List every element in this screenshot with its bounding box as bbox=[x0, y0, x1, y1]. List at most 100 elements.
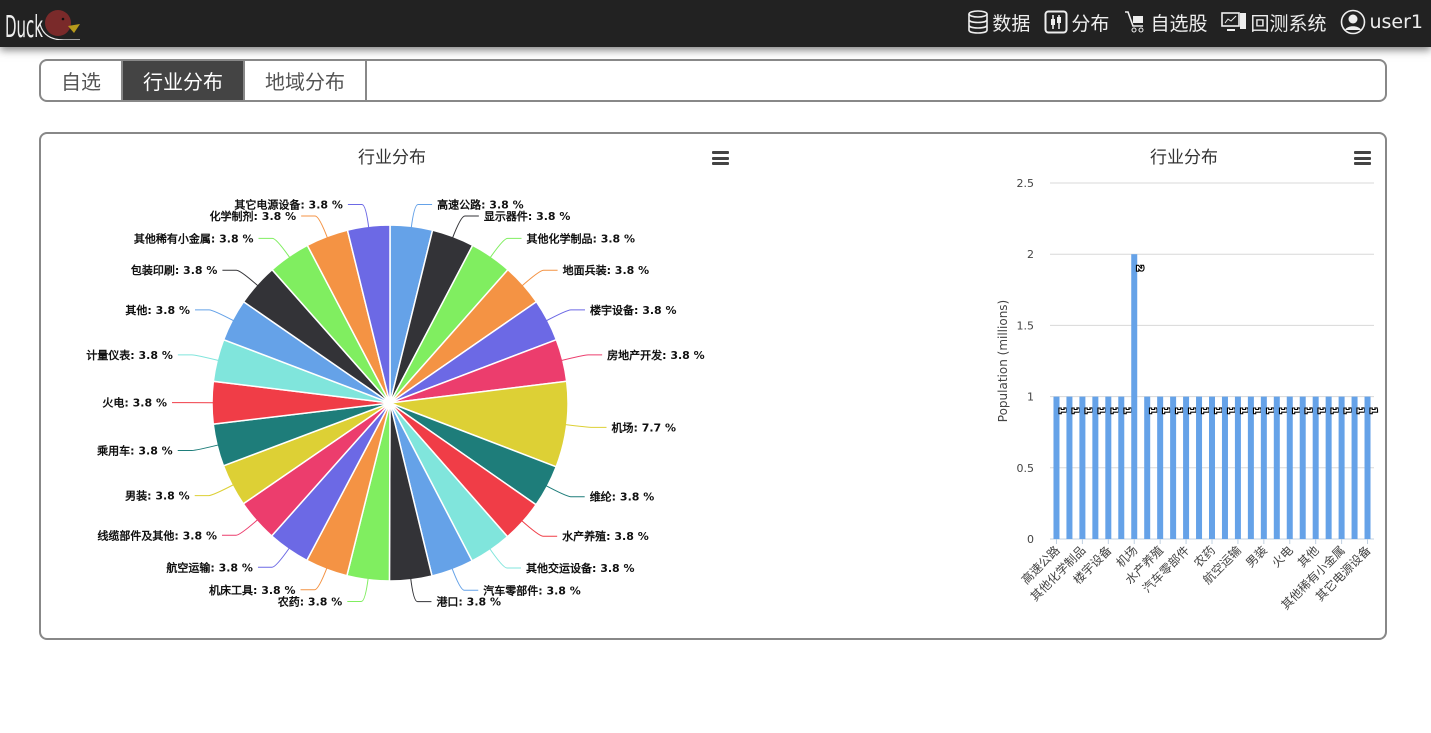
bar[interactable] bbox=[1338, 396, 1345, 539]
pie-data-label: 航空运输: 3.8 % bbox=[166, 560, 253, 574]
bar-chart: 00.511.522.5Population (millions) 1高速公路1 1… bbox=[996, 177, 1379, 613]
pie-connector bbox=[177, 354, 221, 362]
pie-connector bbox=[544, 484, 585, 498]
pie-connector bbox=[520, 519, 558, 537]
pie-connector bbox=[410, 576, 432, 603]
pie-connector bbox=[451, 215, 479, 240]
pie-connector bbox=[544, 309, 585, 322]
pie-data-label: 地面兵装: 3.8 % bbox=[563, 263, 650, 277]
bar[interactable] bbox=[1157, 396, 1164, 539]
bar[interactable] bbox=[1234, 396, 1241, 539]
bar-data-label: 1 bbox=[1238, 407, 1248, 413]
bar[interactable] bbox=[1286, 396, 1293, 539]
pie-data-label: 其他交运设备: 3.8 % bbox=[526, 561, 635, 575]
pie-connector bbox=[520, 269, 558, 288]
bar[interactable] bbox=[1325, 396, 1332, 539]
pie-data-label: 其他化学制品: 3.8 % bbox=[527, 231, 636, 245]
bar[interactable] bbox=[1273, 396, 1280, 539]
pie-data-label: 水产养殖: 3.8 % bbox=[562, 529, 649, 543]
bar-data-label: 1 bbox=[1199, 407, 1209, 413]
bar[interactable] bbox=[1247, 396, 1254, 539]
bar-data-label: 1 bbox=[1342, 407, 1352, 413]
bar[interactable] bbox=[1131, 254, 1138, 539]
bar[interactable] bbox=[1118, 396, 1125, 539]
pie-data-label: 火电: 3.8 % bbox=[102, 396, 167, 410]
bar-data-label: 1 bbox=[1225, 407, 1235, 413]
pie-connector bbox=[301, 215, 329, 240]
bar-data-label: 1 bbox=[1355, 407, 1365, 413]
bar-data-label: 1 bbox=[1316, 407, 1326, 413]
bar[interactable] bbox=[1209, 396, 1215, 539]
bar[interactable] bbox=[1364, 396, 1371, 539]
y-tick-label: 0.5 bbox=[1017, 462, 1035, 475]
pie-data-label: 港口: 3.8 % bbox=[436, 595, 501, 609]
bar-data-label: 1 bbox=[1290, 407, 1300, 413]
bar[interactable] bbox=[1053, 396, 1060, 539]
bar-data-label: 1 bbox=[1160, 407, 1170, 413]
bar[interactable] bbox=[1092, 396, 1099, 539]
bar-data-label: 1 bbox=[1329, 407, 1339, 413]
pie-connector bbox=[194, 483, 236, 497]
pie-connector bbox=[257, 546, 291, 568]
bar-data-label: 1 bbox=[1368, 407, 1378, 413]
y-tick-label: 1.5 bbox=[1017, 319, 1035, 332]
bar-data-label: 1 bbox=[1082, 407, 1092, 413]
bar[interactable] bbox=[1066, 396, 1073, 539]
pie-connector bbox=[177, 444, 221, 452]
pie-connector bbox=[410, 203, 433, 230]
bar[interactable] bbox=[1260, 396, 1267, 539]
bar-data-label: 1 bbox=[1121, 407, 1131, 413]
pie-connector bbox=[221, 518, 260, 536]
bar-data-label: 1 bbox=[1212, 407, 1222, 413]
pie-connector bbox=[488, 237, 522, 260]
bar-data-label: 1 bbox=[1108, 407, 1118, 413]
bar-data-label: 1 bbox=[1303, 407, 1313, 413]
pie-connector bbox=[563, 423, 607, 428]
bar[interactable] bbox=[1299, 396, 1306, 539]
y-tick-label: 2.5 bbox=[1017, 177, 1035, 190]
pie-data-label: 其他稀有小金属: 3.8 % bbox=[134, 231, 254, 245]
pie-connector bbox=[451, 566, 479, 591]
x-tick-label: 男装 bbox=[1243, 543, 1270, 570]
pie-data-label: 其他: 3.8 % bbox=[125, 303, 190, 317]
pie-data-label: 机床工具: 3.8 % bbox=[209, 583, 296, 597]
bar[interactable] bbox=[1196, 396, 1203, 539]
bar[interactable] bbox=[1170, 396, 1177, 539]
pie-connector bbox=[195, 309, 236, 322]
pie-connector bbox=[347, 576, 369, 602]
bar-data-label: 1 bbox=[1069, 407, 1079, 413]
pie-data-label: 房地产开发: 3.8 % bbox=[607, 348, 705, 362]
y-tick-label: 2 bbox=[1027, 248, 1034, 261]
bar[interactable] bbox=[1351, 396, 1358, 539]
bar-data-label: 1 bbox=[1173, 407, 1183, 413]
bar[interactable] bbox=[1183, 396, 1190, 539]
pie-data-label: 显示器件: 3.8 % bbox=[484, 209, 571, 223]
bar[interactable] bbox=[1144, 396, 1151, 539]
pie-data-label: 男装: 3.8 % bbox=[125, 489, 190, 503]
pie-connector bbox=[559, 354, 603, 362]
bar-data-label: 1 bbox=[1264, 407, 1274, 413]
pie-data-label: 计量仪表: 3.8 % bbox=[86, 348, 173, 362]
bar[interactable] bbox=[1105, 396, 1112, 539]
y-axis-title: Population (millions) bbox=[996, 300, 1010, 422]
bar-data-label: 1 bbox=[1147, 407, 1157, 413]
pie-data-label: 乘用车: 3.8 % bbox=[96, 444, 173, 458]
pie-connector bbox=[347, 203, 370, 230]
pie-connector bbox=[258, 237, 292, 260]
bar-data-label: 1 bbox=[1095, 407, 1105, 413]
bar[interactable] bbox=[1312, 396, 1319, 539]
pie-connector bbox=[300, 566, 328, 591]
bar-data-label: 1 bbox=[1186, 407, 1196, 413]
bar[interactable] bbox=[1079, 396, 1086, 539]
bar-data-label: 1 bbox=[1277, 407, 1287, 413]
pie-data-label: 包装印刷: 3.8 % bbox=[130, 263, 218, 277]
bar[interactable] bbox=[1221, 396, 1228, 539]
y-tick-label: 1 bbox=[1027, 391, 1034, 404]
pie-data-label: 楼宇设备: 3.8 % bbox=[590, 303, 677, 317]
pie-chart: 高速公路: 3.8 %显示器件: 3.8 %其他化学制品: 3.8 %地面兵装:… bbox=[86, 197, 705, 609]
pie-connector bbox=[222, 269, 260, 288]
pie-data-label: 机场: 7.7 % bbox=[612, 420, 677, 434]
bar-data-label: 2 bbox=[1134, 265, 1144, 271]
pie-data-label: 其它电源设备: 3.8 % bbox=[234, 197, 343, 211]
pie-data-label: 线缆部件及其他: 3.8 % bbox=[97, 528, 217, 542]
